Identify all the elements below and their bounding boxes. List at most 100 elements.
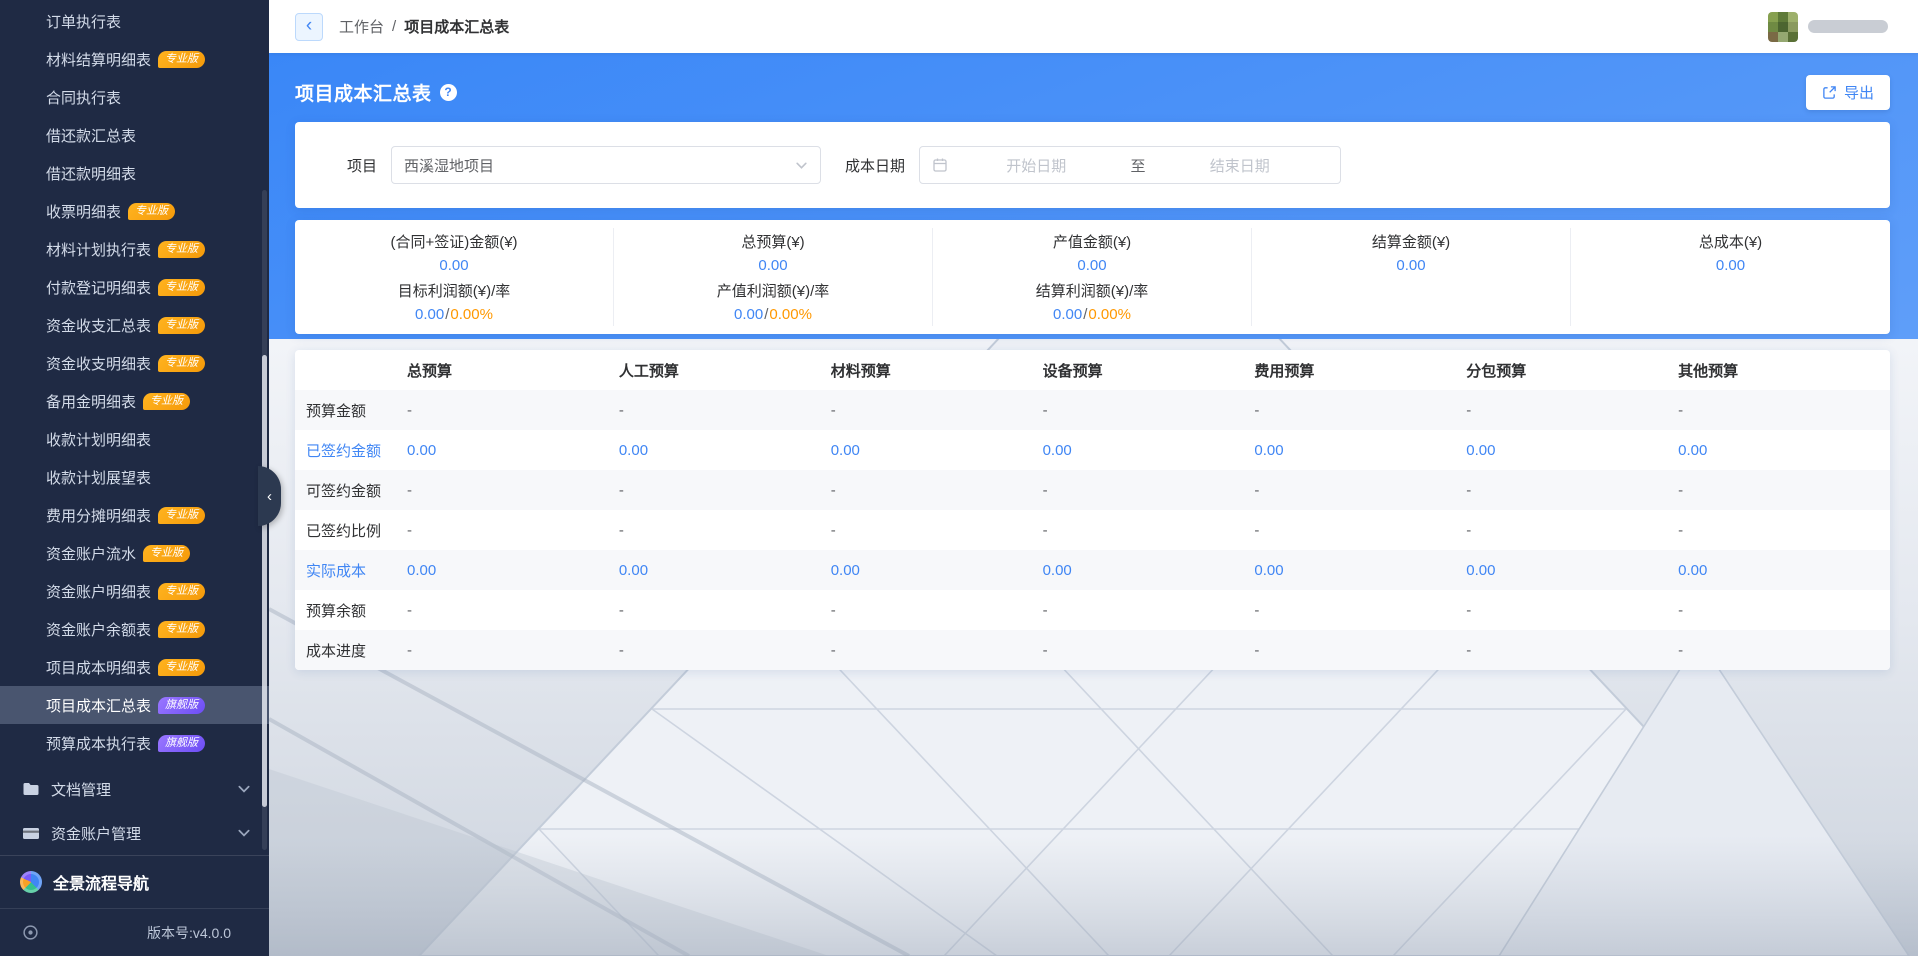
menu-item-badge: 旗舰版 xyxy=(158,735,205,752)
table-cell: - xyxy=(407,602,619,619)
version-label: 版本号:v4.0.0 xyxy=(147,923,231,943)
table-cell[interactable]: 0.00 xyxy=(831,562,1043,579)
sidebar-menu-item[interactable]: 合同执行表 xyxy=(0,78,269,116)
stat-value: 0.00/0.00% xyxy=(415,306,493,323)
back-icon: ‹ xyxy=(306,16,312,35)
content: 项目成本汇总表 ? 导出 项目 西溪湿地项目 xyxy=(269,53,1918,956)
panorama-nav-icon xyxy=(20,871,42,893)
table-cell[interactable]: 0.00 xyxy=(407,562,619,579)
table-cell[interactable]: 0.00 xyxy=(1043,442,1255,459)
table-cell[interactable]: 0.00 xyxy=(1254,562,1466,579)
table-cell[interactable]: 0.00 xyxy=(831,442,1043,459)
table-column-header: 分包预算 xyxy=(1466,360,1678,381)
table-cell: - xyxy=(831,522,1043,539)
table-cell: - xyxy=(407,522,619,539)
sidebar-menu-item[interactable]: 材料计划执行表 专业版 xyxy=(0,230,269,268)
table-cell: - xyxy=(1678,482,1890,499)
stat-label: 总成本(¥) xyxy=(1699,231,1762,252)
export-button[interactable]: 导出 xyxy=(1806,75,1890,110)
sidebar-menu-item[interactable]: 资金账户明细表 专业版 xyxy=(0,572,269,610)
table-cell: - xyxy=(619,642,831,659)
table-cell: - xyxy=(619,482,831,499)
sidebar-menu-item[interactable]: 订单执行表 xyxy=(0,2,269,40)
stat-cell: 总成本(¥) 0.00 xyxy=(1571,228,1890,277)
table-cell[interactable]: 0.00 xyxy=(1678,442,1890,459)
sidebar-menu-item[interactable]: 资金收支明细表 专业版 xyxy=(0,344,269,382)
menu-item-badge: 专业版 xyxy=(158,51,205,68)
help-icon[interactable]: ? xyxy=(440,84,457,101)
sidebar-menu-item[interactable]: 借还款汇总表 xyxy=(0,116,269,154)
table-cell: - xyxy=(1678,402,1890,419)
breadcrumb: 工作台 / 项目成本汇总表 xyxy=(339,16,509,37)
avatar[interactable] xyxy=(1768,12,1798,42)
table-cell: - xyxy=(1254,602,1466,619)
sidebar-group-fund-account-management[interactable]: 资金账户管理 xyxy=(0,811,269,855)
sidebar-scrollbar-thumb[interactable] xyxy=(262,355,267,807)
table-row: 已签约金额 0.000.000.000.000.000.000.00 xyxy=(295,430,1890,470)
stat-cell: (合同+签证)金额(¥) 0.00 xyxy=(295,228,614,277)
project-label: 项目 xyxy=(347,155,377,176)
table-cell: - xyxy=(1466,642,1678,659)
menu-item-badge: 专业版 xyxy=(158,279,205,296)
sidebar-menu-item[interactable]: 预算成本执行表 旗舰版 xyxy=(0,724,269,762)
table-cell[interactable]: 0.00 xyxy=(407,442,619,459)
table-cell: - xyxy=(1466,482,1678,499)
cost-summary-table: 总预算人工预算材料预算设备预算费用预算分包预算其他预算 预算金额 -------… xyxy=(295,350,1890,670)
sidebar-menu-item[interactable]: 项目成本明细表 专业版 xyxy=(0,648,269,686)
sidebar-menu-item[interactable]: 收款计划展望表 xyxy=(0,458,269,496)
menu-item-label: 备用金明细表 xyxy=(46,391,136,412)
menu-item-label: 预算成本执行表 xyxy=(46,733,151,754)
table-cell[interactable]: 0.00 xyxy=(1678,562,1890,579)
table-cell[interactable]: 0.00 xyxy=(1466,562,1678,579)
sidebar-menu-item[interactable]: 付款登记明细表 专业版 xyxy=(0,268,269,306)
stat-amount: 0.00 xyxy=(1053,306,1082,323)
sidebar-menu-item[interactable]: 项目成本汇总表 旗舰版 xyxy=(0,686,269,724)
stat-cell: 产值金额(¥) 0.00 xyxy=(933,228,1252,277)
sidebar-menu-item[interactable]: 资金收支汇总表 专业版 xyxy=(0,306,269,344)
stat-label: 结算金额(¥) xyxy=(1372,231,1450,252)
panorama-nav-button[interactable]: 全景流程导航 xyxy=(0,856,269,908)
menu-item-label: 收票明细表 xyxy=(46,201,121,222)
sidebar-group-document-management[interactable]: 文档管理 xyxy=(0,767,269,811)
stat-value: 0.00 xyxy=(1077,257,1106,274)
table-cell[interactable]: 0.00 xyxy=(1466,442,1678,459)
menu-item-label: 项目成本汇总表 xyxy=(46,695,151,716)
breadcrumb-separator: / xyxy=(392,18,396,35)
stat-rate-separator: / xyxy=(764,306,768,323)
stat-label: (合同+签证)金额(¥) xyxy=(390,231,517,252)
stat-label: 结算利润额(¥)/率 xyxy=(1036,280,1149,301)
table-cell[interactable]: 0.00 xyxy=(1043,562,1255,579)
gear-icon[interactable] xyxy=(22,924,39,941)
table-cell: - xyxy=(831,642,1043,659)
table-cell: - xyxy=(831,402,1043,419)
menu-item-label: 资金账户流水 xyxy=(46,543,136,564)
sidebar-menu-item[interactable]: 收票明细表 专业版 xyxy=(0,192,269,230)
sidebar-menu-item[interactable]: 费用分摊明细表 专业版 xyxy=(0,496,269,534)
sidebar-menu-item[interactable]: 借还款明细表 xyxy=(0,154,269,192)
topbar-right xyxy=(1768,12,1888,42)
breadcrumb-workbench[interactable]: 工作台 xyxy=(339,16,384,37)
project-select-value: 西溪湿地项目 xyxy=(404,155,795,176)
row-label[interactable]: 已签约金额 xyxy=(295,440,407,461)
table-cell[interactable]: 0.00 xyxy=(619,442,831,459)
cost-date-range-input[interactable]: 开始日期 至 结束日期 xyxy=(919,146,1341,184)
sidebar-menu-item[interactable]: 资金账户余额表 专业版 xyxy=(0,610,269,648)
stat-empty-cell xyxy=(1571,277,1890,326)
table-cell: - xyxy=(407,402,619,419)
sidebar-menu-item[interactable]: 材料结算明细表 专业版 xyxy=(0,40,269,78)
row-label: 已签约比例 xyxy=(295,520,407,541)
table-row: 成本进度 ------- xyxy=(295,630,1890,670)
table-cell: - xyxy=(407,642,619,659)
table-cell[interactable]: 0.00 xyxy=(619,562,831,579)
filter-card: 项目 西溪湿地项目 成本日期 开始日期 至 结束日期 xyxy=(295,122,1890,208)
sidebar-menu-item[interactable]: 备用金明细表 专业版 xyxy=(0,382,269,420)
row-label[interactable]: 实际成本 xyxy=(295,560,407,581)
top-bar: ‹ 工作台 / 项目成本汇总表 xyxy=(269,0,1918,53)
table-cell: - xyxy=(1043,602,1255,619)
back-button[interactable]: ‹ xyxy=(295,13,323,41)
project-select[interactable]: 西溪湿地项目 xyxy=(391,146,821,184)
sidebar-menu-item[interactable]: 收款计划明细表 xyxy=(0,420,269,458)
table-cell[interactable]: 0.00 xyxy=(1254,442,1466,459)
sidebar-menu-item[interactable]: 资金账户流水 专业版 xyxy=(0,534,269,572)
stats-row-2: 目标利润额(¥)/率 0.00/0.00% 产值利润额(¥)/率 0.00/0.… xyxy=(295,277,1890,326)
